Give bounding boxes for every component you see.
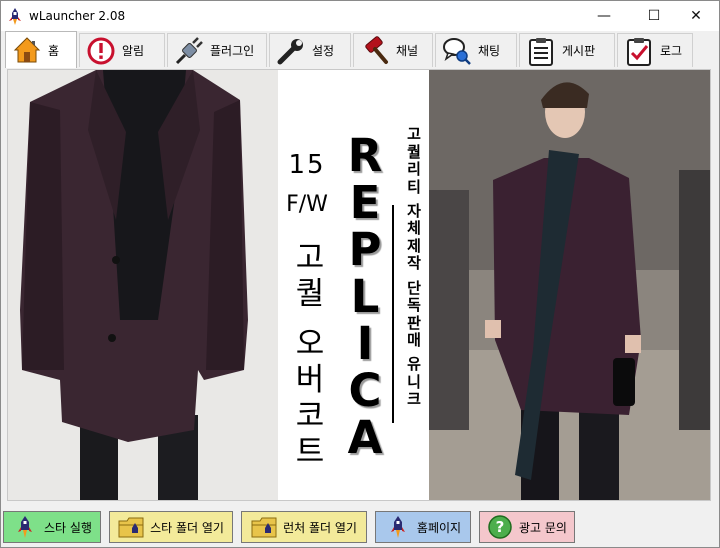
run-starcraft-button[interactable]: 스타 실행	[3, 511, 101, 543]
tab-label: 채널	[396, 44, 419, 58]
tab-label: 설정	[312, 44, 335, 58]
season-label: F/W	[286, 192, 328, 217]
folder-rocket-icon	[251, 514, 277, 540]
rocket-icon	[12, 514, 38, 540]
ad-inquiry-button[interactable]: ? 광고 문의	[479, 511, 575, 543]
season-number: 15	[288, 150, 326, 180]
rocket-app-icon	[9, 8, 21, 25]
product-name: 고퀄 오버코트	[295, 240, 325, 470]
plugin-icon	[174, 36, 204, 66]
maximize-button[interactable]: ☐	[631, 1, 677, 31]
open-star-folder-button[interactable]: 스타 폴더 열기	[109, 511, 233, 543]
tab-bar: 홈 알림 플러그인 설정 채널 채팅 게시판 로그	[1, 31, 719, 69]
runway-model-photo	[429, 70, 710, 500]
tab-channel[interactable]: 채널	[353, 33, 433, 67]
button-label: 홈페이지	[416, 520, 462, 535]
tagline: 고퀄리티 자체제작 단독판매 유니크	[407, 125, 421, 409]
tab-label: 채팅	[478, 44, 501, 58]
window-title: wLauncher 2.08	[29, 9, 126, 23]
launcher-window: wLauncher 2.08 — ☐ ✕ 홈 알림 플러그인 설정 채널 채팅 …	[0, 0, 720, 548]
tab-alerts[interactable]: 알림	[79, 33, 165, 67]
replica-title: REPLICA	[347, 129, 383, 464]
clipboard-icon	[526, 36, 556, 66]
home-icon	[12, 35, 42, 65]
wrench-icon	[276, 36, 306, 66]
button-label: 광고 문의	[519, 520, 567, 535]
tab-log[interactable]: 로그	[617, 33, 693, 67]
tab-plugins[interactable]: 플러그인	[167, 33, 267, 67]
hammer-icon	[360, 35, 390, 66]
alert-icon	[86, 36, 116, 66]
tab-label: 로그	[660, 44, 683, 58]
tab-home[interactable]: 홈	[5, 31, 77, 68]
coat-closeup-photo	[8, 70, 278, 500]
close-button[interactable]: ✕	[673, 1, 719, 31]
tab-label: 홈	[48, 43, 60, 58]
minimize-button[interactable]: —	[581, 1, 627, 31]
rocket-icon	[385, 514, 411, 540]
chat-search-icon	[442, 36, 472, 66]
maximize-icon: ☐	[647, 8, 661, 24]
button-label: 스타 폴더 열기	[150, 520, 224, 535]
tab-board[interactable]: 게시판	[519, 33, 615, 67]
title-bar[interactable]: wLauncher 2.08 — ☐ ✕	[1, 1, 719, 31]
vertical-divider	[392, 205, 394, 423]
tab-label: 게시판	[562, 44, 596, 58]
close-icon: ✕	[690, 8, 702, 24]
minimize-icon: —	[597, 8, 611, 24]
homepage-button[interactable]: 홈페이지	[375, 511, 471, 543]
tab-chat[interactable]: 채팅	[435, 33, 517, 67]
open-launcher-folder-button[interactable]: 런처 폴더 열기	[241, 511, 367, 543]
button-label: 스타 실행	[44, 520, 92, 535]
button-label: 런처 폴더 열기	[283, 520, 357, 535]
svg-text:?: ?	[496, 518, 505, 536]
tab-label: 플러그인	[210, 44, 255, 58]
home-banner[interactable]: 15 F/W 고퀄 오버코트 REPLICA 고퀄리티 자체제작 단독판매 유니…	[7, 69, 711, 501]
bottom-toolbar: 스타 실행 스타 폴더 열기 런처 폴더 열기 홈페이지 ? 광고 문의	[1, 501, 719, 547]
tab-label: 알림	[122, 44, 145, 58]
checklist-icon	[624, 36, 654, 66]
folder-rocket-icon	[118, 514, 144, 540]
tab-settings[interactable]: 설정	[269, 33, 351, 67]
help-icon: ?	[487, 514, 513, 540]
